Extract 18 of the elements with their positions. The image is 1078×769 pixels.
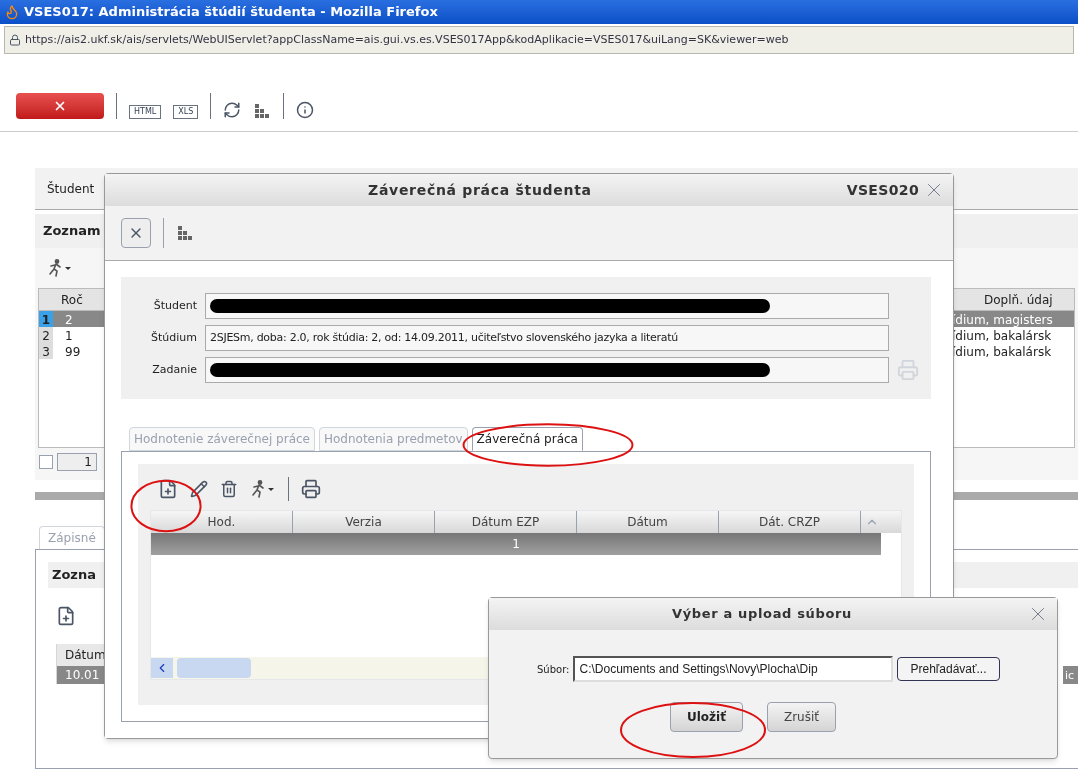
column-header: Doplň. údaj	[984, 291, 1053, 309]
field-label: Študent	[47, 180, 95, 198]
section-title: Zozna	[52, 566, 96, 585]
url-text: https://ais2.ukf.sk/ais/servlets/WebUIServlet?appClassName=ais.gui.vs.es.VSES017App&kodAplikacie=VSES017&uiLang=SK&viewer=web	[25, 31, 789, 48]
field-label: Zadanie	[151, 361, 197, 378]
field-label: Študent	[152, 297, 197, 314]
row-number: 3	[39, 343, 53, 359]
dialog-code: VSES020	[846, 180, 919, 200]
column-header: Dátum	[65, 648, 106, 662]
row-number: 2	[39, 327, 53, 343]
window-title: VSES017: Administrácia štúdií študenta - Mozilla Firefox	[24, 3, 438, 22]
field-label: Súbor:	[537, 662, 570, 677]
column-header: Roč	[60, 292, 83, 309]
field-label: Štúdium	[150, 329, 197, 346]
section-title: Zoznam	[43, 222, 101, 241]
dialog-title: Záverečná práca študenta	[367, 180, 593, 200]
row-number: 1	[39, 311, 53, 327]
dialog-title: Výber a upload súboru	[671, 605, 853, 624]
